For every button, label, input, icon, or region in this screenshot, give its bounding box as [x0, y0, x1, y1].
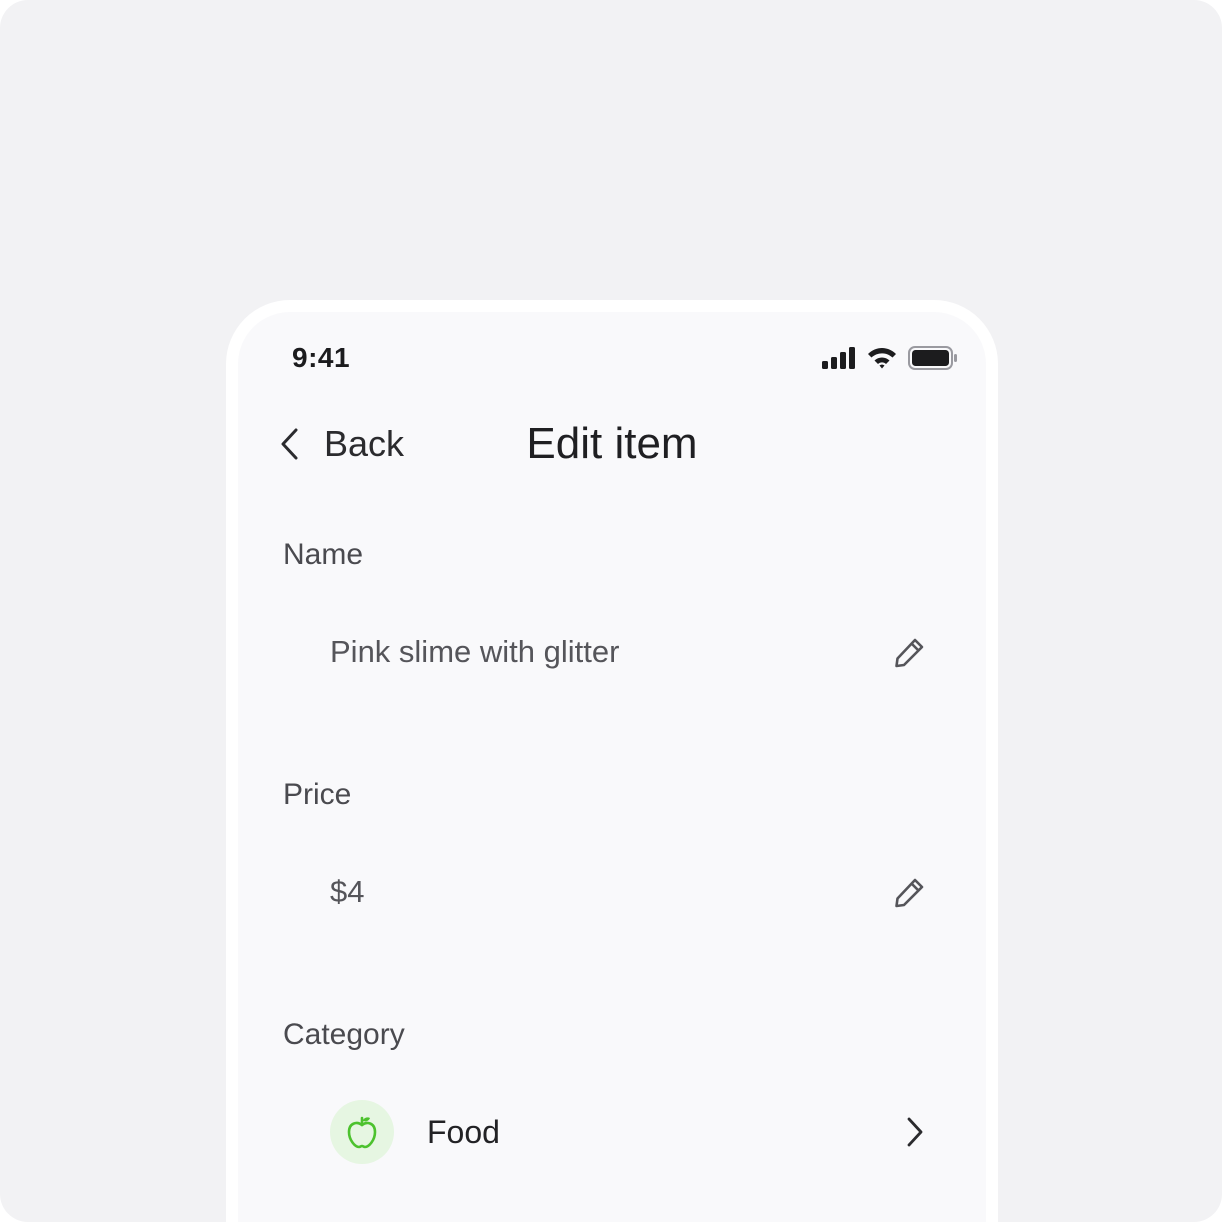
edit-price-button[interactable]: [890, 872, 930, 912]
category-value: Food: [427, 1113, 500, 1150]
background: 9:41 Back Edit item Name Pink slime with…: [0, 0, 1222, 1222]
category-chevron: [900, 1112, 930, 1152]
back-button[interactable]: Back: [278, 416, 404, 472]
chevron-right-icon: [907, 1117, 923, 1147]
apple-icon: [347, 1116, 377, 1149]
pencil-icon: [895, 638, 924, 668]
name-field[interactable]: Pink slime with glitter: [330, 620, 930, 684]
category-badge: [330, 1100, 394, 1164]
back-label: Back: [324, 423, 405, 464]
cellular-signal-icon: [822, 347, 855, 369]
status-time: 9:41: [292, 342, 351, 373]
wifi-icon: [868, 348, 896, 369]
name-value: Pink slime with glitter: [330, 634, 620, 669]
phone-frame: 9:41 Back Edit item Name Pink slime with…: [226, 300, 998, 1222]
name-label: Name: [283, 538, 364, 571]
edit-name-button[interactable]: [890, 632, 930, 672]
price-value: $4: [330, 874, 365, 909]
chevron-left-icon: [281, 428, 298, 460]
category-selector[interactable]: Food: [330, 1100, 930, 1164]
pencil-icon: [895, 878, 924, 908]
category-label: Category: [283, 1018, 405, 1051]
battery-icon: [908, 346, 957, 370]
price-label: Price: [283, 778, 352, 811]
app-screen: 9:41 Back Edit item Name Pink slime with…: [238, 312, 986, 1222]
price-field[interactable]: $4: [330, 860, 930, 924]
